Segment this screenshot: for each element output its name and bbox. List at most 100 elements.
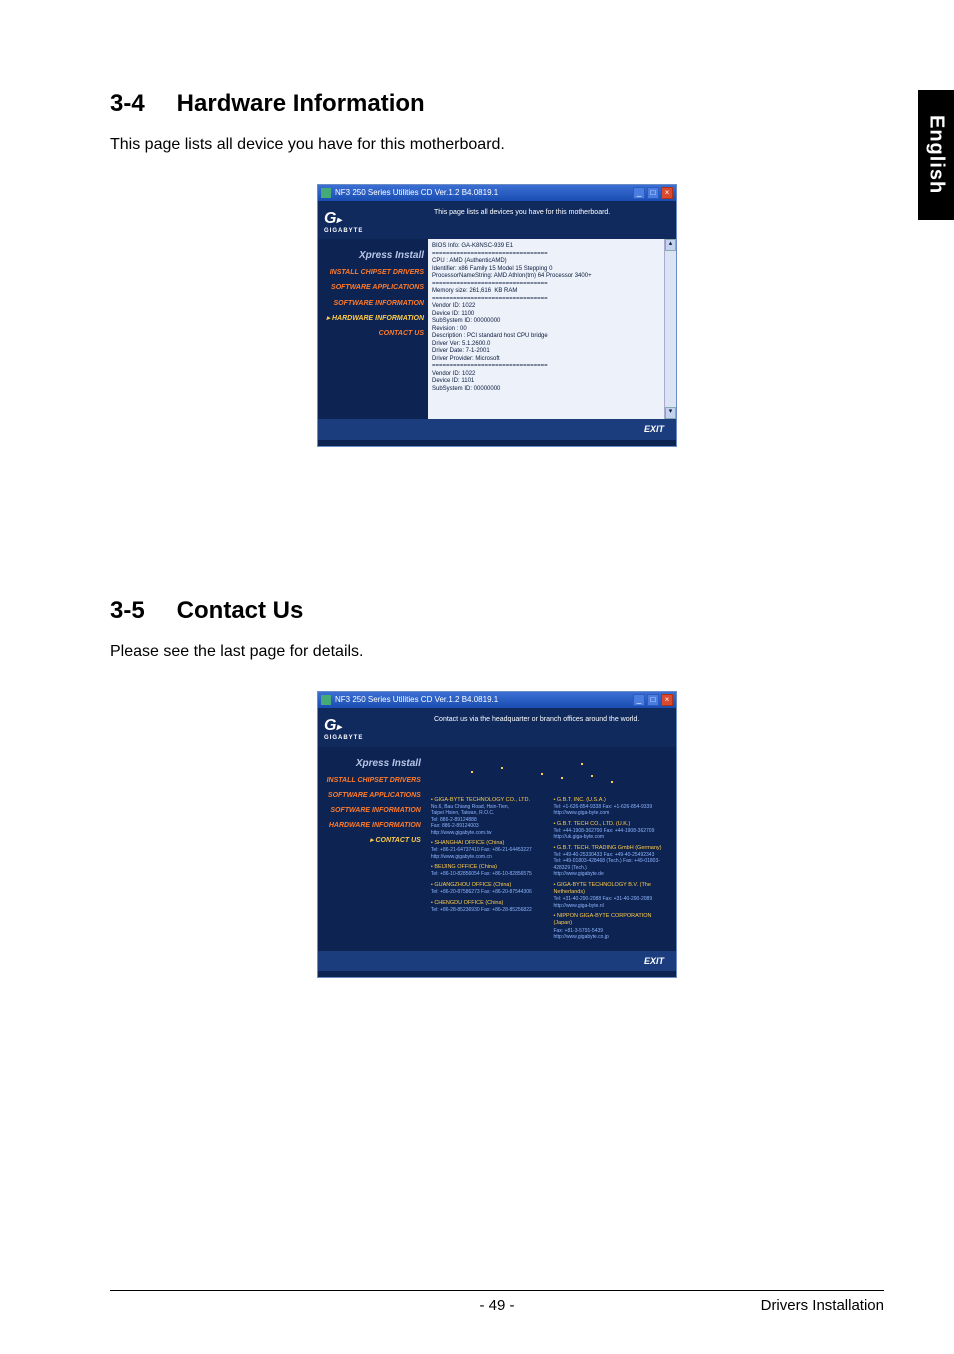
section-3-5-heading: 3-5 Contact Us: [110, 597, 884, 625]
contact-line: http://www.giga-byte.nl: [553, 903, 670, 910]
contact-map-panel: • GIGA-BYTE TECHNOLOGY CO., LTD.No.6, Ba…: [425, 747, 676, 951]
contact-entry: • SHANGHAI OFFICE (China)Tel: +86-21-647…: [431, 840, 548, 860]
minimize-button[interactable]: _: [633, 694, 645, 706]
minimize-button[interactable]: _: [633, 187, 645, 199]
contact-right-column: • G.B.T. INC. (U.S.A.)Tel: +1-626-854-93…: [553, 797, 670, 945]
app-body: Xpress Install INSTALL CHIPSET DRIVERS S…: [318, 239, 676, 419]
footer-section-name: Drivers Installation: [761, 1297, 884, 1314]
contact-entry: • G.B.T. TECH CO., LTD. (U.K.)Tel: +44-1…: [553, 821, 670, 841]
menu-software-applications[interactable]: SOFTWARE APPLICATIONS: [322, 791, 421, 800]
world-map-dots: [431, 753, 670, 793]
contact-line: http://www.gigabyte.de: [553, 871, 670, 878]
contact-line: Tel: +86-20-87586273 Fax: +86-20-8754430…: [431, 889, 548, 896]
contact-line: http://www.giga-byte.com: [553, 810, 670, 817]
menu-software-applications[interactable]: SOFTWARE APPLICATIONS: [322, 283, 424, 292]
menu-contact-us[interactable]: CONTACT US: [322, 329, 424, 338]
window-title: NF3 250 Series Utilities CD Ver.1.2 B4.0…: [335, 695, 633, 705]
menu-hardware-information[interactable]: ▸ HARDWARE INFORMATION: [322, 314, 424, 323]
section-3-5-number: 3-5: [110, 597, 170, 625]
page-number: - 49 -: [479, 1297, 514, 1314]
app-icon: [321, 695, 331, 705]
maximize-button[interactable]: □: [647, 187, 659, 199]
contact-name: • G.B.T. TECH. TRADING GmbH (Germany): [553, 845, 670, 852]
menu-software-information[interactable]: SOFTWARE INFORMATION: [322, 806, 421, 815]
sidebar-menu: Xpress Install INSTALL CHIPSET DRIVERS S…: [318, 747, 425, 951]
page-content: 3-4 Hardware Information This page lists…: [0, 0, 954, 1354]
app-footer: EXIT: [318, 419, 676, 440]
brand-logo: G▸ GIGABYTE: [318, 201, 428, 239]
contact-name: • NIPPON GIGA-BYTE CORPORATION (Japan): [553, 913, 670, 927]
contact-name: • CHENGDU OFFICE (China): [431, 900, 548, 907]
menu-xpress-install[interactable]: Xpress Install: [322, 249, 424, 262]
window-buttons: _ □ ×: [633, 187, 673, 199]
contact-line: http://www.gigabyte.co.jp: [553, 934, 670, 941]
window-buttons: _ □ ×: [633, 694, 673, 706]
contact-name: • G.B.T. TECH CO., LTD. (U.K.): [553, 821, 670, 828]
contact-entry: • NIPPON GIGA-BYTE CORPORATION (Japan)Fa…: [553, 913, 670, 940]
contact-name: • GUANGZHOU OFFICE (China): [431, 882, 548, 889]
contact-entry: • BEIJING OFFICE (China)Tel: +86-10-8285…: [431, 864, 548, 878]
menu-software-information[interactable]: SOFTWARE INFORMATION: [322, 299, 424, 308]
screenshot-hardware-info: NF3 250 Series Utilities CD Ver.1.2 B4.0…: [317, 184, 677, 447]
header-message: This page lists all devices you have for…: [428, 201, 676, 239]
contact-entry: • GIGA-BYTE TECHNOLOGY B.V. (The Netherl…: [553, 882, 670, 909]
window-title: NF3 250 Series Utilities CD Ver.1.2 B4.0…: [335, 188, 633, 198]
close-button[interactable]: ×: [661, 694, 673, 706]
contact-name: • G.B.T. INC. (U.S.A.): [553, 797, 670, 804]
contact-entry: • G.B.T. INC. (U.S.A.)Tel: +1-626-854-93…: [553, 797, 670, 817]
contact-columns: • GIGA-BYTE TECHNOLOGY CO., LTD.No.6, Ba…: [431, 797, 670, 945]
contact-entry: • GIGA-BYTE TECHNOLOGY CO., LTD.No.6, Ba…: [431, 797, 548, 837]
scroll-down-icon[interactable]: ▾: [665, 407, 676, 419]
section-3-5-title: Contact Us: [177, 597, 304, 624]
menu-chipset-drivers[interactable]: INSTALL CHIPSET DRIVERS: [322, 776, 421, 785]
menu-chipset-drivers[interactable]: INSTALL CHIPSET DRIVERS: [322, 268, 424, 277]
section-3-4-number: 3-4: [110, 90, 170, 118]
section-3-4-text: This page lists all device you have for …: [110, 136, 884, 154]
content-panel: BIOS Info: GA-K8NSC-939 E1 =============…: [428, 239, 676, 419]
bottom-bar: [318, 440, 676, 446]
contact-line: http://www.gigabyte.com.tw: [431, 830, 548, 837]
window-titlebar: NF3 250 Series Utilities CD Ver.1.2 B4.0…: [318, 692, 676, 708]
contact-line: Tel: +86-28-85236930 Fax: +86-28-8525682…: [431, 907, 548, 914]
section-3-5-text: Please see the last page for details.: [110, 643, 884, 661]
contact-line: Tel: +86-10-82856054 Fax: +86-10-8285657…: [431, 871, 548, 878]
app-icon: [321, 188, 331, 198]
screenshot-1-wrap: NF3 250 Series Utilities CD Ver.1.2 B4.0…: [110, 184, 884, 447]
contact-left-column: • GIGA-BYTE TECHNOLOGY CO., LTD.No.6, Ba…: [431, 797, 548, 945]
sidebar-menu: Xpress Install INSTALL CHIPSET DRIVERS S…: [318, 239, 428, 419]
exit-button[interactable]: EXIT: [640, 955, 668, 968]
app-body: Xpress Install INSTALL CHIPSET DRIVERS S…: [318, 747, 676, 951]
contact-name: • GIGA-BYTE TECHNOLOGY CO., LTD.: [431, 797, 548, 804]
window-titlebar: NF3 250 Series Utilities CD Ver.1.2 B4.0…: [318, 185, 676, 201]
screenshot-2-wrap: NF3 250 Series Utilities CD Ver.1.2 B4.0…: [110, 691, 884, 978]
contact-name: • SHANGHAI OFFICE (China): [431, 840, 548, 847]
menu-xpress-install[interactable]: Xpress Install: [322, 757, 421, 770]
app-footer: EXIT: [318, 951, 676, 972]
hardware-info-text: BIOS Info: GA-K8NSC-939 E1 =============…: [432, 243, 672, 393]
menu-contact-us[interactable]: ▸ CONTACT US: [322, 836, 421, 845]
bottom-bar: [318, 971, 676, 977]
section-3-4-title: Hardware Information: [177, 90, 425, 117]
app-header: G▸ GIGABYTE Contact us via the headquart…: [318, 708, 676, 746]
brand-logo: G▸ GIGABYTE: [318, 708, 428, 746]
maximize-button[interactable]: □: [647, 694, 659, 706]
page-footer: - 49 - Drivers Installation: [110, 1290, 884, 1314]
contact-name: • BEIJING OFFICE (China): [431, 864, 548, 871]
scroll-up-icon[interactable]: ▴: [665, 239, 676, 251]
header-message: Contact us via the headquarter or branch…: [428, 708, 676, 746]
contact-name: • GIGA-BYTE TECHNOLOGY B.V. (The Netherl…: [553, 882, 670, 896]
scrollbar[interactable]: ▴ ▾: [664, 239, 676, 419]
app-header: G▸ GIGABYTE This page lists all devices …: [318, 201, 676, 239]
close-button[interactable]: ×: [661, 187, 673, 199]
screenshot-contact-us: NF3 250 Series Utilities CD Ver.1.2 B4.0…: [317, 691, 677, 978]
contact-entry: • G.B.T. TECH. TRADING GmbH (Germany) Tel…: [553, 845, 670, 878]
contact-line: Tel: +86-21-64737410 Fax: +86-21-6445322…: [431, 847, 548, 854]
exit-button[interactable]: EXIT: [640, 423, 668, 436]
contact-line: Tel: +49-01803-428468 (Tech.) Fax: +49-0…: [553, 858, 670, 871]
section-3-4-heading: 3-4 Hardware Information: [110, 90, 884, 118]
contact-line: http://www.gigabyte.com.cn: [431, 854, 548, 861]
contact-line: http://uk.giga-byte.com: [553, 834, 670, 841]
contact-entry: • GUANGZHOU OFFICE (China)Tel: +86-20-87…: [431, 882, 548, 896]
contact-entry: • CHENGDU OFFICE (China)Tel: +86-28-8523…: [431, 900, 548, 914]
menu-hardware-information[interactable]: HARDWARE INFORMATION: [322, 821, 421, 830]
